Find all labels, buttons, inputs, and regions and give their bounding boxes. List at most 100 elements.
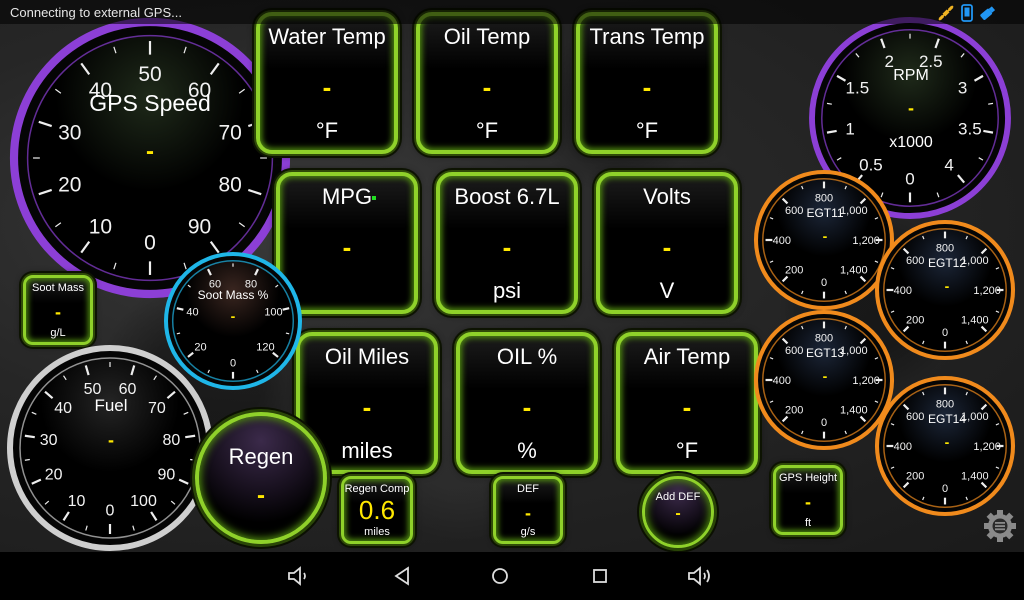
tile-unit: g/s xyxy=(520,526,536,538)
tick-label: 200 xyxy=(906,471,924,483)
mpg-indicator-dot xyxy=(372,196,376,200)
tile-unit: g/L xyxy=(50,327,66,339)
gauge-value: - xyxy=(230,308,236,324)
tile-title: Soot Mass xyxy=(32,282,84,294)
tick-label: 20 xyxy=(45,466,63,483)
tile-unit: psi xyxy=(492,278,522,303)
oil-percent-tile[interactable]: OIL % - % xyxy=(456,332,598,474)
gauge-title: EGT11 xyxy=(806,206,844,220)
tile-unit: °F xyxy=(675,438,699,463)
home-icon xyxy=(492,568,508,584)
tile-title: Water Temp xyxy=(268,24,386,49)
tile-title: Volts xyxy=(643,184,691,209)
tick-label: 10 xyxy=(89,216,112,239)
gauge-title: Soot Mass % xyxy=(197,288,269,302)
gauge-title: EGT12 xyxy=(927,256,966,270)
tick-label: 4 xyxy=(944,155,953,174)
tile-value: - xyxy=(482,72,492,102)
minor-tick xyxy=(190,458,196,461)
tile-value: - xyxy=(682,392,692,422)
tick-label: 1,400 xyxy=(840,265,868,277)
tile-title: Trans Temp xyxy=(589,24,705,49)
tile-unit: °F xyxy=(635,118,659,143)
egt14-gauge[interactable]: 0 200 400 600 800 1,000 1,200 1,400 EGT14 - xyxy=(870,375,1024,518)
tick-label: 1,400 xyxy=(840,405,868,417)
def-tile[interactable]: DEF - g/s xyxy=(493,476,563,544)
tick-label: 800 xyxy=(815,193,833,205)
gauge-title: Regen xyxy=(228,444,294,469)
gauge-value: - xyxy=(146,138,154,165)
gauge-value: - xyxy=(108,430,114,450)
gauge-title: EGT14 xyxy=(927,412,966,426)
gauge-value: - xyxy=(908,98,914,118)
tile-value: - xyxy=(55,302,61,322)
trans-temp-tile[interactable]: Trans Temp - °F xyxy=(576,12,718,154)
gauge-title: Add DEF xyxy=(655,491,701,503)
gauge-value: - xyxy=(944,434,950,450)
tick-label: 200 xyxy=(906,315,924,327)
tick-label: 20 xyxy=(194,342,206,354)
status-bar: Connecting to external GPS... xyxy=(0,0,1024,24)
tile-unit: °F xyxy=(315,118,339,143)
minor-tick xyxy=(176,332,181,335)
tick-label: 0 xyxy=(821,417,827,429)
tick-label: 100 xyxy=(130,493,157,510)
back-button[interactable] xyxy=(388,564,416,588)
home-button[interactable] xyxy=(486,564,514,588)
gauge-subtitle: x1000 xyxy=(889,134,933,151)
tick-label: 0 xyxy=(106,503,115,520)
tick-label: 20 xyxy=(58,173,81,196)
tile-title: Air Temp xyxy=(643,344,731,369)
tile-title: Boost 6.7L xyxy=(454,184,560,209)
air-temp-tile[interactable]: Air Temp - °F xyxy=(616,332,758,474)
status-message: Connecting to external GPS... xyxy=(10,5,182,20)
tick-label: 0 xyxy=(942,327,948,339)
usb-adapter-icon xyxy=(980,6,996,20)
gauge-title: Fuel xyxy=(94,396,128,415)
water-temp-tile[interactable]: Water Temp - °F xyxy=(256,12,398,154)
tick-label: 0 xyxy=(230,357,236,369)
volume-down-button[interactable] xyxy=(286,564,314,588)
tile-unit: % xyxy=(517,438,537,463)
tick-label: 10 xyxy=(68,493,86,510)
recents-icon xyxy=(593,569,607,583)
volume-up-button[interactable] xyxy=(686,564,714,588)
tile-value: - xyxy=(522,392,532,422)
tile-unit: °F xyxy=(475,118,499,143)
gauge-value: - xyxy=(675,505,681,522)
tile-value: - xyxy=(805,492,811,512)
gps-height-tile[interactable]: GPS Height - ft xyxy=(773,465,843,535)
tile-title: DEF xyxy=(517,483,539,495)
back-icon xyxy=(394,566,409,586)
add-def-gauge[interactable]: Add DEF - xyxy=(642,476,714,548)
tile-value: - xyxy=(322,72,332,102)
recents-button[interactable] xyxy=(586,564,614,588)
soot-mass-percent-gauge[interactable]: 0 20 40 60 80 100 120 Soot Mass % - xyxy=(162,250,304,392)
egt12-gauge[interactable]: 0 200 400 600 800 1,000 1,200 1,400 EGT12 - xyxy=(870,219,1024,362)
tick-label: 1,400 xyxy=(961,471,989,483)
oil-temp-tile[interactable]: Oil Temp - °F xyxy=(416,12,558,154)
tile-title: MPG xyxy=(321,184,373,209)
tick-label: 800 xyxy=(936,399,954,411)
tick-label: 800 xyxy=(815,333,833,345)
tile-value: - xyxy=(502,232,512,262)
tile-unit: ft xyxy=(804,517,812,529)
minor-tick xyxy=(285,332,290,335)
tick-label: 1,400 xyxy=(961,315,989,327)
regen-comp-tile[interactable]: Regen Comp 0.6 miles xyxy=(341,476,413,544)
gauge-title: GPS Speed xyxy=(89,90,211,116)
volume-down-icon xyxy=(288,566,306,586)
tile-value: - xyxy=(662,232,672,262)
soot-mass-tile[interactable]: Soot Mass - g/L xyxy=(23,275,93,345)
boost-tile[interactable]: Boost 6.7L - psi xyxy=(436,172,578,314)
tick-label: 80 xyxy=(219,173,242,196)
volts-tile[interactable]: Volts - V xyxy=(596,172,738,314)
tile-value: - xyxy=(642,72,652,102)
settings-gear-button[interactable] xyxy=(982,508,1018,544)
tile-unit: miles xyxy=(364,526,390,538)
tick-label: 800 xyxy=(936,243,954,255)
tick-label: 0 xyxy=(821,277,827,289)
tick-label: 0 xyxy=(942,483,948,495)
tile-value: - xyxy=(362,392,372,422)
regen-gauge[interactable]: Regen - xyxy=(195,412,327,544)
